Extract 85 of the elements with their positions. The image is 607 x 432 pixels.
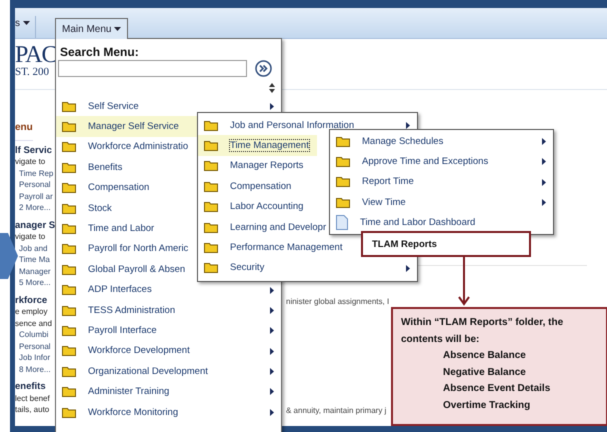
menu-item[interactable]: Administer Training — [56, 381, 281, 402]
sort-icon[interactable] — [269, 83, 275, 93]
menu-item[interactable]: Self Service — [56, 96, 281, 116]
caret-icon — [114, 27, 122, 31]
folder-icon — [204, 242, 218, 254]
menu-item[interactable]: Workforce Monitoring — [56, 402, 281, 422]
nav-link[interactable]: Time Rep — [15, 168, 54, 179]
main-menu-tab[interactable]: Main Menu — [55, 18, 128, 39]
folder-icon — [62, 182, 76, 194]
menu-item[interactable]: ADP Interfaces — [56, 280, 281, 300]
folder-icon — [204, 120, 218, 131]
nav-link[interactable]: Personal — [15, 340, 51, 352]
folder-icon — [62, 264, 76, 275]
folder-icon — [62, 406, 76, 418]
folder-icon — [204, 160, 218, 172]
description-text: e employ — [15, 306, 48, 318]
callout-list-item: Absence Event Details — [443, 382, 550, 396]
more-link[interactable]: 2 More... — [15, 202, 51, 214]
folder-icon — [336, 196, 350, 208]
menu-item[interactable]: TESS Administration — [56, 300, 281, 320]
description-text: lect benef — [15, 392, 50, 404]
description-text: tails, auto — [15, 404, 50, 416]
callout-list-item: Absence Balance — [443, 349, 526, 363]
folder-icon — [62, 141, 76, 152]
callout-text: Within “TLAM Reports” folder, the contents will be: — [401, 316, 564, 346]
search-label: Search Menu: — [60, 45, 139, 59]
section-title[interactable]: anager S — [15, 220, 56, 231]
menu-item[interactable]: Time Management — [198, 135, 317, 156]
menu-item[interactable]: Time and Labor Dashboard — [330, 212, 553, 233]
menu-item[interactable]: Workforce Development — [56, 340, 281, 362]
highlighted-menu-item[interactable]: TLAM Reports — [361, 231, 531, 257]
folder-icon — [204, 222, 218, 233]
description-text: vigate to — [15, 231, 46, 242]
callout-list-item: Negative Balance — [443, 366, 526, 380]
description-text: ninister global assignments, I — [286, 297, 390, 306]
folder-icon — [62, 100, 76, 112]
folder-icon — [62, 162, 76, 173]
folder-icon — [336, 176, 350, 188]
folder-icon — [204, 180, 218, 192]
folder-icon — [204, 140, 218, 152]
go-icon[interactable] — [255, 60, 272, 77]
folder-icon — [204, 262, 218, 274]
description-text: & annuity, maintain primary j — [286, 406, 386, 415]
menu-item[interactable]: View Time — [330, 192, 553, 213]
nav-link[interactable]: Payroll ar — [15, 190, 53, 202]
description-text: sence and — [15, 318, 52, 329]
panel-title: enu — [15, 120, 33, 140]
folder-icon — [204, 201, 218, 212]
logo-text: PAC — [15, 43, 56, 67]
caret-icon — [23, 21, 30, 25]
folder-icon — [62, 121, 76, 132]
more-link[interactable]: 5 More... — [15, 277, 51, 288]
section-title[interactable]: lf Servic — [15, 144, 52, 156]
folder-icon — [62, 366, 76, 377]
menu-item[interactable]: Payroll Interface — [56, 320, 281, 341]
folder-icon — [62, 284, 76, 296]
section-title[interactable]: enefits — [15, 381, 46, 392]
callout-list-item: Overtime Tracking — [443, 398, 530, 412]
folder-icon — [62, 324, 76, 336]
description-text: vigate to — [15, 156, 46, 168]
folder-icon — [62, 386, 76, 398]
menu-item[interactable]: Security — [198, 258, 417, 278]
nav-link[interactable]: Job and — [15, 242, 48, 254]
folder-icon — [62, 304, 76, 316]
menu-item[interactable]: Approve Time and Exceptions — [330, 151, 553, 172]
pointer-arrow — [458, 257, 470, 306]
menu-tab[interactable]: s — [15, 16, 36, 38]
nav-link[interactable]: Time Ma — [15, 254, 50, 266]
search-field[interactable] — [58, 60, 247, 77]
menu-item[interactable]: Report Time — [330, 172, 553, 192]
nav-link[interactable]: Personal — [15, 179, 51, 190]
logo-text: ST. 200 — [15, 67, 50, 78]
menu-item[interactable]: Organizational Development — [56, 361, 281, 382]
nav-link[interactable]: Manager — [15, 266, 51, 277]
folder-icon — [62, 243, 76, 254]
nav-link[interactable]: Job Infor — [15, 352, 50, 364]
folder-icon — [62, 223, 76, 234]
folder-icon — [336, 136, 350, 147]
nav-link[interactable]: Columbi — [15, 329, 48, 340]
section-title[interactable]: rkforce — [15, 294, 48, 306]
folder-icon — [62, 345, 76, 356]
folder-icon — [62, 202, 76, 214]
folder-icon — [336, 156, 350, 168]
document-icon — [336, 215, 348, 230]
more-link[interactable]: 8 More... — [15, 364, 51, 375]
